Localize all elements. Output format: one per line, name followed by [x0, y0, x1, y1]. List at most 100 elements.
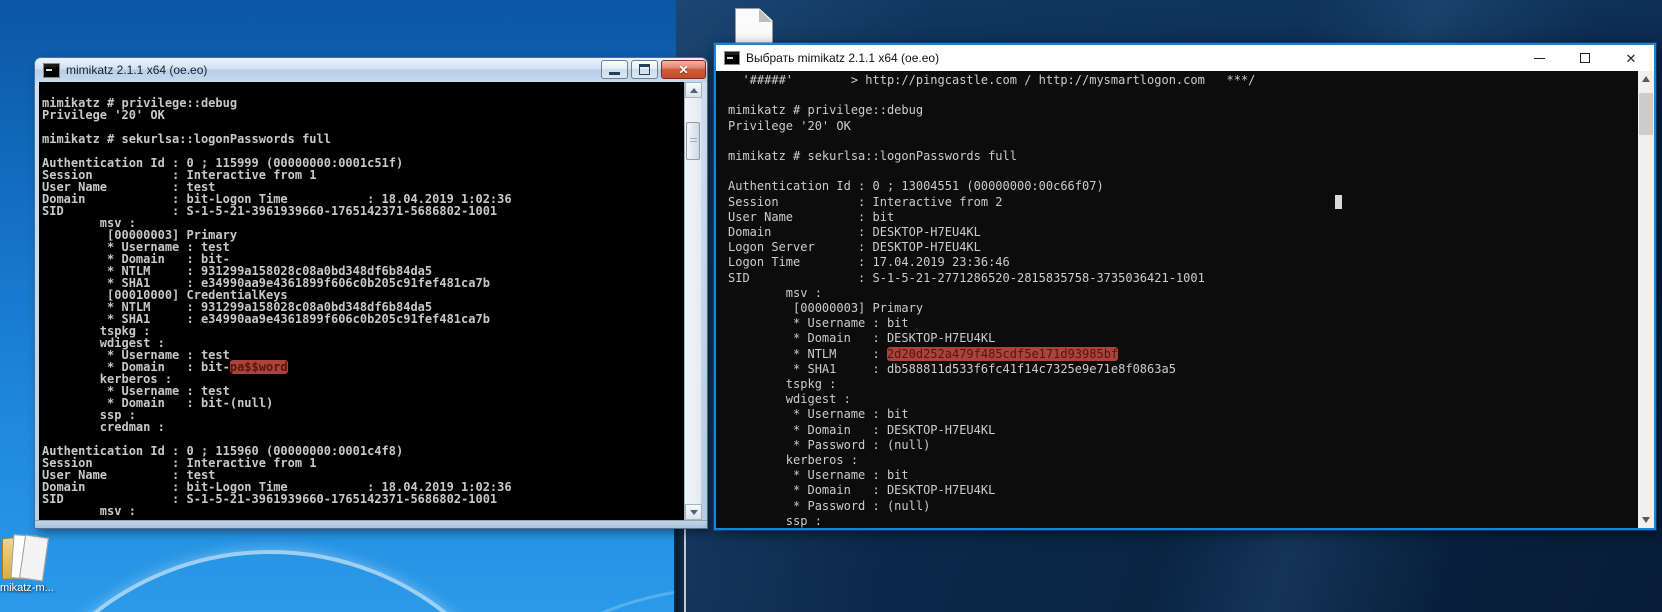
- console-line: * Domain : DESKTOP-H7EU4KL: [728, 423, 1638, 438]
- background-window-edge: [684, 528, 686, 612]
- console-line: wdigest :: [728, 392, 1638, 407]
- maximize-icon: [1580, 53, 1590, 63]
- text-cursor: [1335, 195, 1342, 209]
- console-line: [00000003] Primary: [728, 301, 1638, 316]
- arrow-up-icon[interactable]: [1642, 76, 1650, 82]
- scrollbar-thumb[interactable]: [686, 122, 700, 160]
- console-text: ssp :: [728, 514, 822, 528]
- win7-vertical-scrollbar[interactable]: [684, 82, 701, 520]
- window-title: mimikatz 2.1.1 x64 (oe.eo): [66, 63, 207, 77]
- console-text: User Name : bit: [728, 210, 894, 224]
- console-app-icon: [724, 51, 740, 65]
- console-text: * NTLM :: [728, 347, 887, 361]
- restore-icon: [639, 64, 650, 75]
- arrow-down-icon[interactable]: [1642, 517, 1650, 523]
- console-line: '#####' > http://pingcastle.com / http:/…: [728, 73, 1638, 88]
- console-line: * Username : bit: [728, 468, 1638, 483]
- console-line: * Domain : DESKTOP-H7EU4KL: [728, 483, 1638, 498]
- minimize-icon: [609, 72, 620, 75]
- console-line: Logon Time : 17.04.2019 23:36:46: [728, 255, 1638, 270]
- console-text: * Username : bit: [728, 468, 909, 482]
- console-line: kerberos :: [728, 453, 1638, 468]
- open-folder-icon[interactable]: [0, 533, 50, 581]
- close-button[interactable]: ✕: [1608, 45, 1654, 71]
- window-title: Выбрать mimikatz 2.1.1 x64 (oe.eo): [746, 51, 939, 65]
- arrow-up-icon: [690, 88, 698, 93]
- minimize-button[interactable]: [601, 60, 628, 79]
- console-line: SID : S-1-5-21-2771286520-2815835758-373…: [728, 271, 1638, 286]
- console-line: * Password : (null): [728, 438, 1638, 453]
- win7-mimikatz-window: mimikatz 2.1.1 x64 (oe.eo) ✕ mimikatz # …: [35, 58, 707, 528]
- console-app-icon: [43, 63, 60, 78]
- console-text: Logon Time : 17.04.2019 23:36:46: [728, 255, 1010, 269]
- console-line: mimikatz # privilege::debug: [728, 103, 1638, 118]
- console-line: msv :: [728, 286, 1638, 301]
- console-line: tspkg :: [728, 377, 1638, 392]
- console-text: Privilege '20' OK: [728, 119, 851, 133]
- highlighted-credential: 2d20d252a479f485cdf5e171d93985bf: [887, 347, 1118, 361]
- console-line: * NTLM : 2d20d252a479f485cdf5e171d93985b…: [728, 347, 1638, 362]
- console-text: [1003, 195, 1335, 209]
- console-text: SID : S-1-5-21-2771286520-2815835758-373…: [728, 271, 1205, 285]
- console-line: * SHA1 : db588811d533f6fc41f14c7325e9e71…: [728, 362, 1638, 377]
- console-line: credman :: [42, 422, 684, 434]
- console-text: * Domain : DESKTOP-H7EU4KL: [728, 483, 995, 497]
- folder-icon-label[interactable]: mikatz-m...: [0, 582, 70, 594]
- console-line: SID : S-1-5-21-3961939660-1765142371-568…: [42, 494, 684, 506]
- win10-titlebar[interactable]: Выбрать mimikatz 2.1.1 x64 (oe.eo): [716, 45, 1654, 71]
- console-line: * Domain : bit-(null): [42, 398, 684, 410]
- console-line: Authentication Id : 0 ; 13004551 (000000…: [728, 179, 1638, 194]
- win10-mimikatz-window: Выбрать mimikatz 2.1.1 x64 (oe.eo) ✕ '##…: [714, 43, 1656, 530]
- close-button[interactable]: ✕: [661, 60, 706, 79]
- highlighted-credential: pa$$word: [230, 360, 288, 374]
- console-text: mimikatz # privilege::debug: [728, 103, 923, 117]
- folder-page: [19, 535, 49, 582]
- win7-console-screen[interactable]: mimikatz # privilege::debugPrivilege '20…: [39, 82, 684, 520]
- console-line: mimikatz # sekurlsa::logonPasswords full: [728, 149, 1638, 164]
- win10-console-screen[interactable]: '#####' > http://pingcastle.com / http:/…: [716, 71, 1638, 528]
- minimize-icon: [1534, 58, 1545, 59]
- console-line: SID : S-1-5-21-3961939660-1765142371-568…: [42, 206, 684, 218]
- console-output: '#####' > http://pingcastle.com / http:/…: [716, 71, 1638, 528]
- console-line: * Username : bit: [728, 407, 1638, 422]
- scroll-down-button[interactable]: [685, 504, 702, 520]
- scroll-up-button[interactable]: [685, 82, 702, 98]
- arrow-down-icon: [690, 510, 698, 515]
- console-line: * Username : bit: [728, 316, 1638, 331]
- console-line: * Domain : DESKTOP-H7EU4KL: [728, 331, 1638, 346]
- console-text: tspkg :: [728, 377, 836, 391]
- console-line: ssp :: [728, 514, 1638, 528]
- console-line: Privilege '20' OK: [728, 119, 1638, 134]
- console-text: * Username : bit: [728, 316, 909, 330]
- window-shadow-strip: [674, 528, 684, 612]
- console-text: * Password : (null): [728, 438, 930, 452]
- console-text: mimikatz # sekurlsa::logonPasswords full: [728, 149, 1017, 163]
- console-text: Session : Interactive from 2: [728, 195, 1003, 209]
- close-icon: ✕: [1626, 52, 1637, 65]
- screen: { "colors": { "credential_highlight_bg":…: [0, 0, 1662, 612]
- maximize-button[interactable]: [631, 60, 658, 79]
- console-text: kerberos :: [728, 453, 858, 467]
- console-text: * SHA1 : db588811d533f6fc41f14c7325e9e71…: [728, 362, 1176, 376]
- console-line: Domain : DESKTOP-H7EU4KL: [728, 225, 1638, 240]
- win10-vertical-scrollbar[interactable]: [1638, 71, 1654, 528]
- console-line: msv :: [42, 506, 684, 518]
- console-text: '#####' > http://pingcastle.com / http:/…: [728, 73, 1255, 87]
- console-text: * Username : bit: [728, 407, 909, 421]
- maximize-button[interactable]: [1562, 45, 1608, 71]
- console-text: * Domain : DESKTOP-H7EU4KL: [728, 423, 995, 437]
- console-text: Logon Server : DESKTOP-H7EU4KL: [728, 240, 981, 254]
- console-output: mimikatz # privilege::debugPrivilege '20…: [39, 82, 684, 518]
- console-line: Privilege '20' OK: [42, 110, 684, 122]
- console-text: [00000003] Primary: [728, 301, 923, 315]
- console-text: msv :: [728, 286, 822, 300]
- console-line: User Name : bit: [728, 210, 1638, 225]
- scrollbar-thumb[interactable]: [1639, 93, 1653, 135]
- minimize-button[interactable]: [1516, 45, 1562, 71]
- wallpaper-swirl: [0, 550, 554, 612]
- console-line: Session : Interactive from 2: [728, 195, 1638, 210]
- console-text: * Password : (null): [728, 499, 930, 513]
- console-text: wdigest :: [728, 392, 851, 406]
- console-text: Authentication Id : 0 ; 13004551 (000000…: [728, 179, 1104, 193]
- console-line: [728, 88, 1638, 103]
